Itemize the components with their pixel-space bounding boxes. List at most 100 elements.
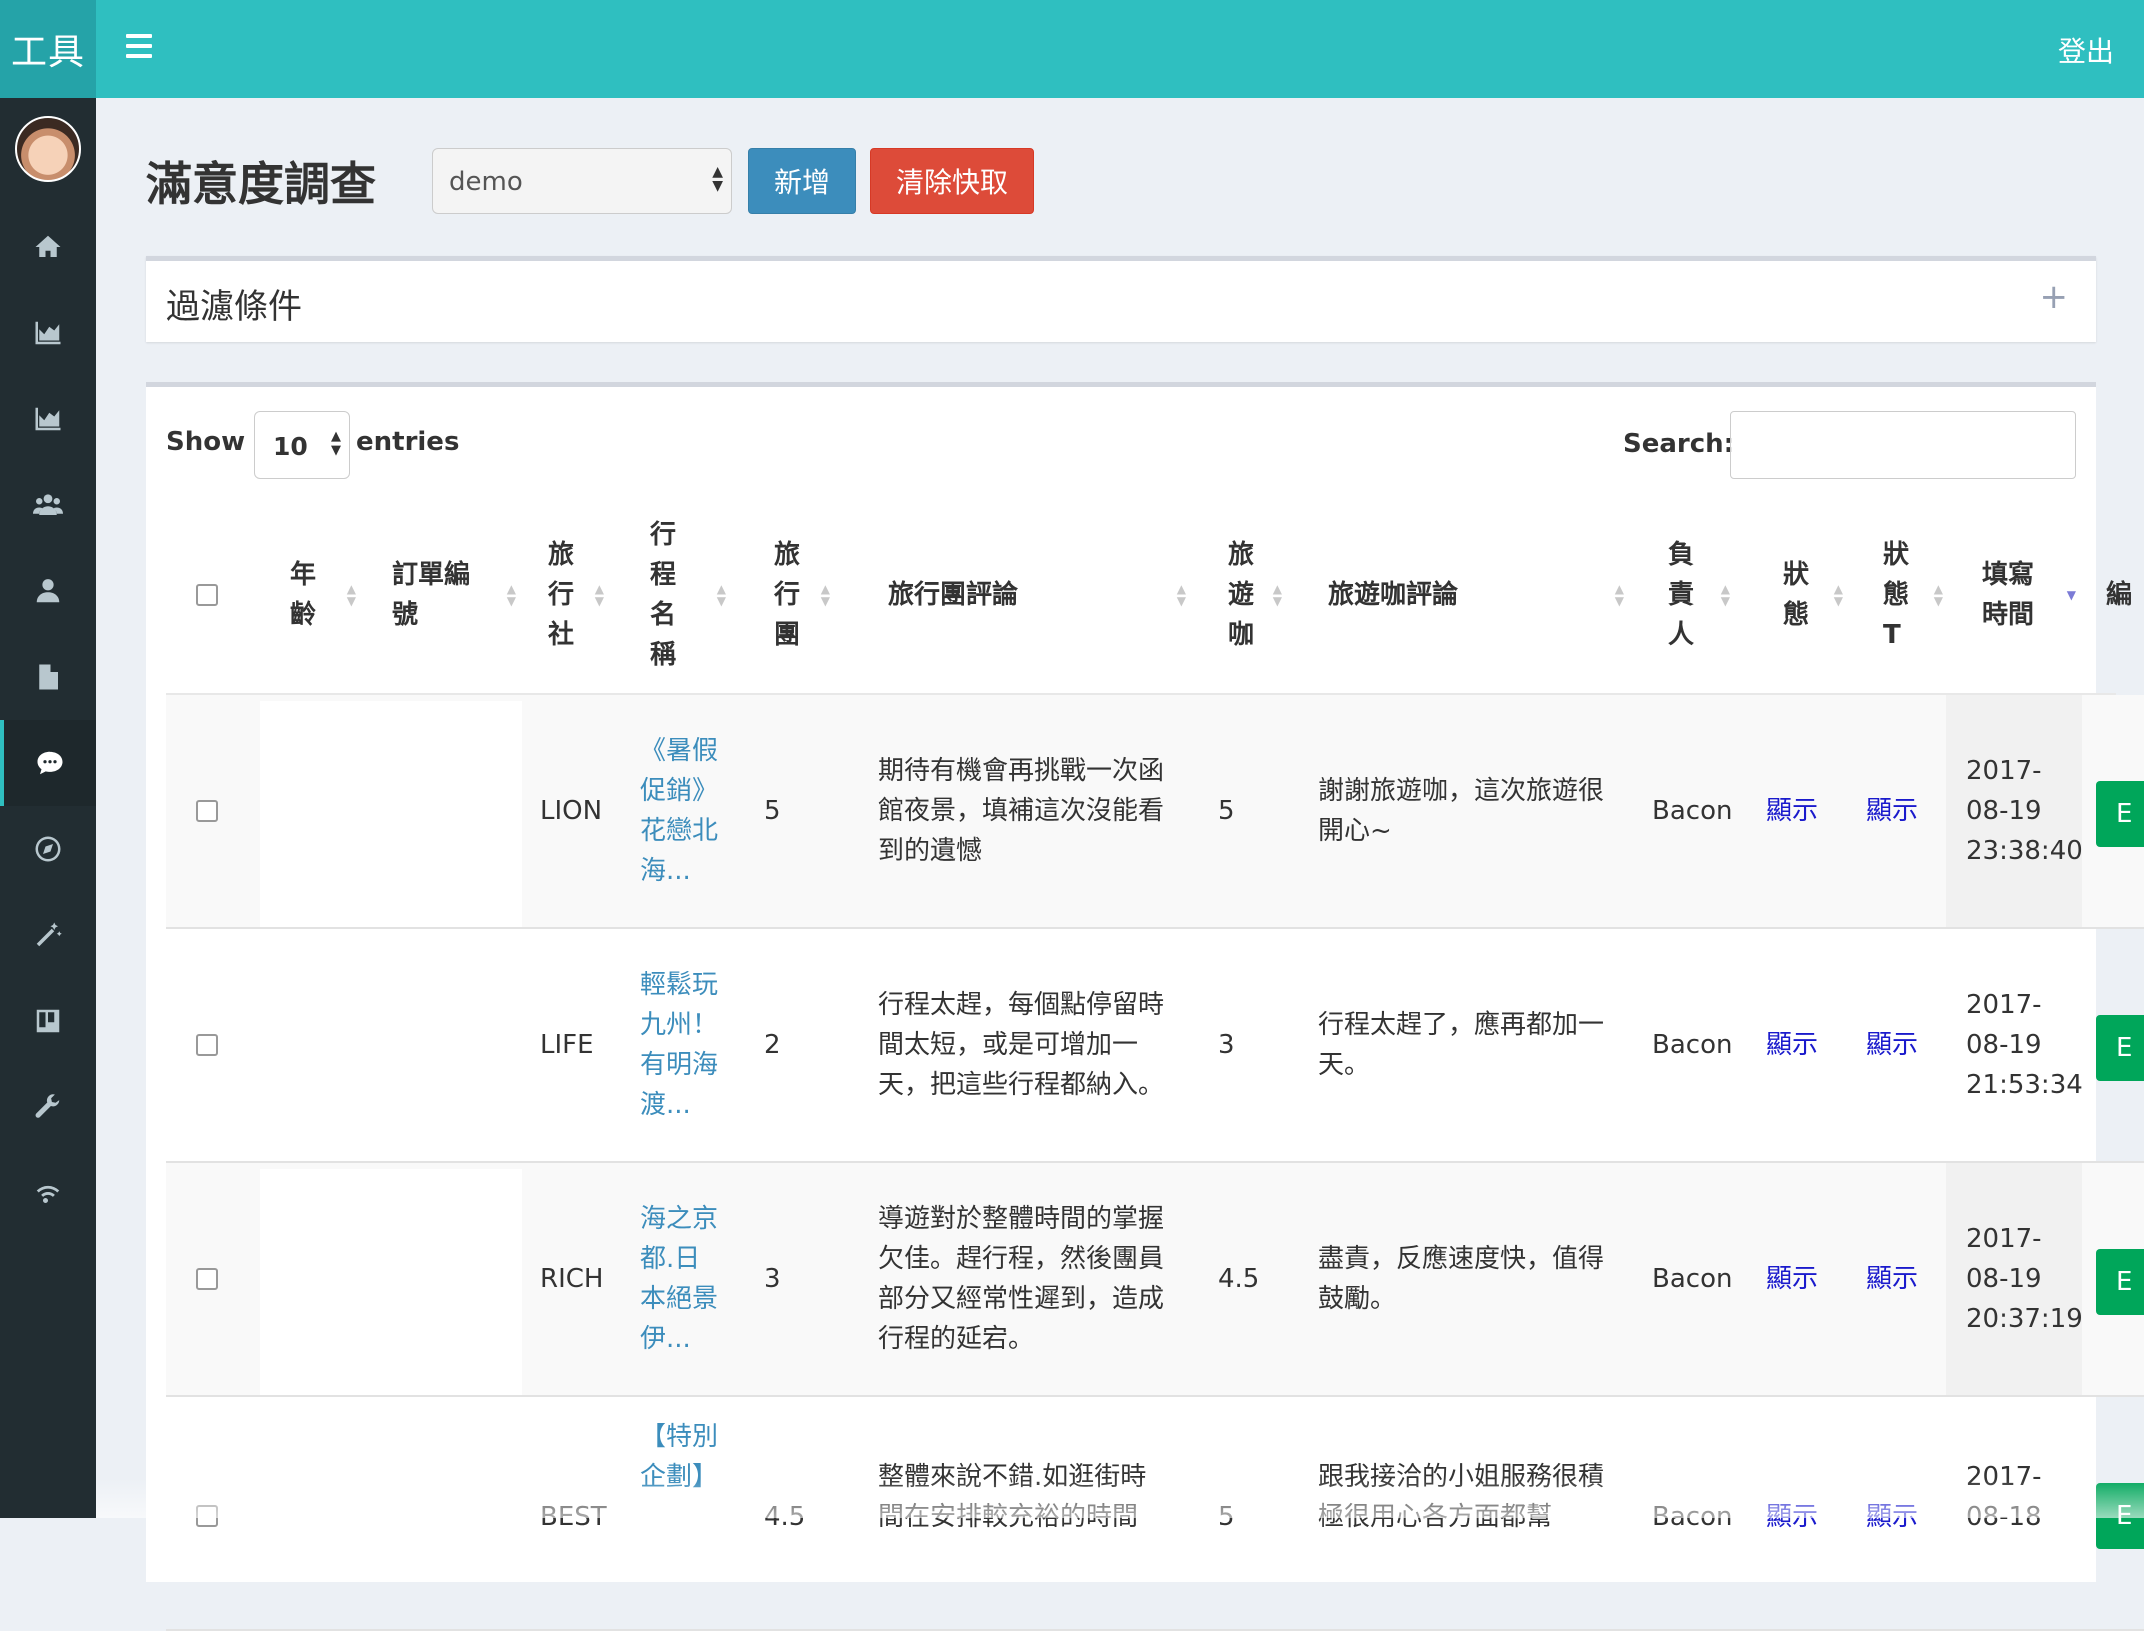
column-header-guide-score[interactable]: 旅遊咖 ▲ ▼ bbox=[1228, 497, 1286, 693]
project-select[interactable]: demo ▲ ▼ bbox=[432, 148, 732, 214]
sidebar bbox=[0, 98, 96, 1518]
agency-cell: RICH bbox=[540, 1264, 604, 1294]
search-input[interactable] bbox=[1730, 411, 2076, 479]
column-header-tour-comment[interactable]: 旅行團評論 ▲ ▼ bbox=[888, 497, 1190, 693]
sort-desc-icon: ▼ bbox=[2066, 588, 2076, 602]
logout-link[interactable]: 登出 bbox=[2058, 30, 2114, 70]
comment-icon bbox=[37, 751, 63, 775]
table-row: RICH 海之京都.日本絕景伊... 3 導遊對於整體時間的掌握欠佳。趕行程，然… bbox=[166, 1163, 2144, 1397]
guide-score-cell: 5 bbox=[1218, 796, 1235, 826]
entries-label: entries bbox=[356, 427, 460, 457]
sidebar-item-chart-1[interactable] bbox=[0, 290, 96, 376]
column-header-agency[interactable]: 旅行社 ▲ ▼ bbox=[548, 497, 608, 693]
tour-comment-cell: 導遊對於整體時間的掌握欠佳。趕行程，然後團員部分又經常性遲到，造成行程的延宕。 bbox=[878, 1204, 1165, 1354]
guide-comment-cell: 盡責，反應速度快，值得鼓勵。 bbox=[1318, 1244, 1605, 1314]
sort-icon: ▲ ▼ bbox=[716, 582, 726, 608]
status-t-toggle-link[interactable]: 顯示 bbox=[1866, 695, 1918, 927]
fill-time-cell: 2017-08-19 21:53:34 bbox=[1966, 990, 2083, 1100]
page-title: 滿意度調查 bbox=[146, 157, 376, 211]
area-chart-icon bbox=[35, 321, 61, 345]
select-all-cell bbox=[196, 497, 246, 693]
tour-comment-cell: 期待有機會再挑戰一次函館夜景，填補這次沒能看到的遺憾 bbox=[878, 756, 1165, 866]
sidebar-item-survey[interactable] bbox=[0, 720, 96, 806]
trip-name-link[interactable]: 海之京都.日本絕景伊... bbox=[640, 1163, 720, 1395]
table-row: LIFE 輕鬆玩九州！有明海渡... 2 行程太趕，每個點停留時間太短，或是可增… bbox=[166, 929, 2144, 1163]
sort-icon: ▲ ▼ bbox=[1933, 582, 1943, 608]
show-label: Show bbox=[166, 427, 246, 457]
guide-comment-cell: 行程太趕了，應再都加一天。 bbox=[1318, 1010, 1605, 1080]
sort-icon: ▲ ▼ bbox=[506, 582, 516, 608]
sidebar-item-wifi[interactable] bbox=[0, 1150, 96, 1236]
area-chart-icon bbox=[35, 407, 61, 431]
status-toggle-link[interactable]: 顯示 bbox=[1766, 1163, 1818, 1395]
owner-cell: Bacon bbox=[1652, 1030, 1733, 1060]
table-row: LION 《暑假促銷》花戀北海... 5 期待有機會再挑戰一次函館夜景，填補這次… bbox=[166, 695, 2144, 929]
column-header-trip-name[interactable]: 行程名稱 ▲ ▼ bbox=[650, 497, 730, 693]
fill-time-cell: 2017-08-19 23:38:40 bbox=[1966, 756, 2083, 866]
edit-button[interactable]: E bbox=[2096, 1015, 2144, 1081]
sidebar-item-file[interactable] bbox=[0, 634, 96, 720]
row-checkbox[interactable] bbox=[196, 1268, 218, 1290]
row-checkbox[interactable] bbox=[196, 1034, 218, 1056]
sort-icon: ▲ ▼ bbox=[1720, 582, 1730, 608]
sort-icon: ▲ ▼ bbox=[1833, 582, 1843, 608]
owner-cell: Bacon bbox=[1652, 796, 1733, 826]
trip-name-link[interactable]: 《暑假促銷》花戀北海... bbox=[640, 695, 720, 927]
column-header-guide-comment[interactable]: 旅遊咖評論 ▲ ▼ bbox=[1328, 497, 1628, 693]
hamburger-menu-icon[interactable] bbox=[126, 34, 152, 64]
status-toggle-link[interactable]: 顯示 bbox=[1766, 695, 1818, 927]
sidebar-item-magic[interactable] bbox=[0, 892, 96, 978]
sidebar-item-users[interactable] bbox=[0, 462, 96, 548]
users-icon bbox=[33, 494, 63, 515]
edit-button[interactable]: E bbox=[2096, 1249, 2144, 1315]
wrench-icon bbox=[35, 1094, 60, 1118]
row-checkbox[interactable] bbox=[196, 800, 218, 822]
column-header-order-number[interactable]: 訂單編號 ▲ ▼ bbox=[392, 497, 520, 693]
owner-cell: Bacon bbox=[1652, 1264, 1733, 1294]
sort-icon: ▲ ▼ bbox=[820, 582, 830, 608]
app-logo[interactable]: 工具 bbox=[0, 0, 96, 98]
column-header-edit[interactable]: 編 bbox=[2106, 497, 2144, 693]
clear-cache-button[interactable]: 清除快取 bbox=[870, 148, 1034, 214]
top-navbar: 登出 bbox=[96, 0, 2144, 98]
trip-name-link[interactable]: 輕鬆玩九州！有明海渡... bbox=[640, 929, 720, 1161]
status-t-toggle-link[interactable]: 顯示 bbox=[1866, 1163, 1918, 1395]
tour-score-cell: 2 bbox=[764, 1030, 781, 1060]
status-t-toggle-link[interactable]: 顯示 bbox=[1866, 929, 1918, 1161]
agency-cell: LION bbox=[540, 796, 603, 826]
magic-wand-icon bbox=[36, 922, 62, 947]
user-icon bbox=[36, 579, 60, 603]
select-all-checkbox[interactable] bbox=[196, 584, 218, 606]
expand-plus-icon[interactable]: + bbox=[2040, 277, 2069, 317]
avatar[interactable] bbox=[15, 116, 81, 182]
guide-score-cell: 4.5 bbox=[1218, 1264, 1260, 1294]
column-header-owner[interactable]: 負責人 ▲ ▼ bbox=[1668, 497, 1734, 693]
sidebar-item-tools[interactable] bbox=[0, 1064, 96, 1150]
tour-score-cell: 5 bbox=[764, 796, 781, 826]
sort-icon: ▲ ▼ bbox=[346, 582, 356, 608]
sidebar-item-home[interactable] bbox=[0, 204, 96, 290]
filter-title: 過濾條件 bbox=[166, 287, 302, 327]
tour-comment-cell: 行程太趕，每個點停留時間太短，或是可增加一天，把這些行程都納入。 bbox=[878, 990, 1165, 1100]
column-header-age[interactable]: 年齡 ▲ ▼ bbox=[290, 497, 360, 693]
agency-cell: LIFE bbox=[540, 1030, 594, 1060]
sidebar-item-compass[interactable] bbox=[0, 806, 96, 892]
sort-icon: ▲ ▼ bbox=[1176, 582, 1186, 608]
sort-icon: ▲ ▼ bbox=[1272, 582, 1282, 608]
sidebar-item-board[interactable] bbox=[0, 978, 96, 1064]
filter-panel: 過濾條件 + bbox=[146, 256, 2096, 342]
column-header-fill-time[interactable]: 填寫時間 ▼ bbox=[1982, 497, 2080, 693]
column-header-status[interactable]: 狀態 ▲ ▼ bbox=[1783, 497, 1847, 693]
entries-length-select[interactable]: 10 ▲ ▼ bbox=[254, 411, 350, 479]
fill-time-cell: 2017-08-19 20:37:19 bbox=[1966, 1224, 2083, 1334]
edit-button[interactable]: E bbox=[2096, 781, 2144, 847]
redacted-cell bbox=[260, 935, 522, 1161]
add-button[interactable]: 新增 bbox=[748, 148, 856, 214]
column-header-status-t[interactable]: 狀態T ▲ ▼ bbox=[1883, 497, 1947, 693]
project-select-value: demo bbox=[449, 167, 523, 197]
sidebar-item-chart-2[interactable] bbox=[0, 376, 96, 462]
sidebar-item-user[interactable] bbox=[0, 548, 96, 634]
column-header-tour-score[interactable]: 旅行團 ▲ ▼ bbox=[774, 497, 834, 693]
status-toggle-link[interactable]: 顯示 bbox=[1766, 929, 1818, 1161]
table-header: 年齡 ▲ ▼ 訂單編號 ▲ ▼ 旅行社 ▲ ▼ 行程名稱 ▲ ▼ 旅行團 ▲ ▼ 旅行團評論 ▲ ▼ 旅… bbox=[166, 497, 2132, 695]
